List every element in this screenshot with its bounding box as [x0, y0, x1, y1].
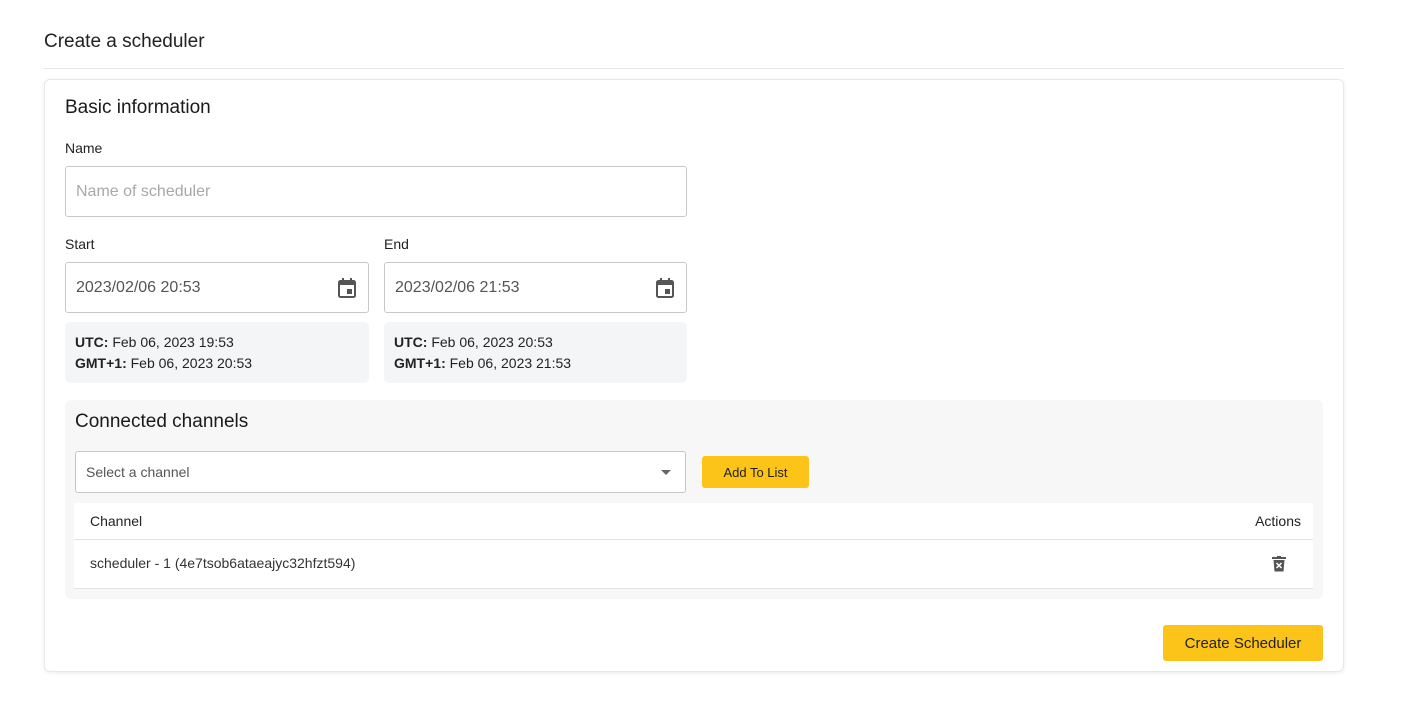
utc-value: Feb 06, 2023 19:53 [112, 334, 234, 350]
utc-label: UTC: [394, 334, 428, 350]
channel-select-placeholder: Select a channel [86, 464, 190, 480]
chevron-down-icon [661, 469, 671, 475]
column-header-actions: Actions [1255, 513, 1301, 529]
table-header: Channel Actions [74, 503, 1313, 540]
column-header-channel: Channel [90, 513, 143, 529]
channel-name: scheduler - 1 (4e7tsob6ataeajyc32hfzt594… [90, 555, 356, 571]
name-label: Name [65, 140, 103, 156]
calendar-icon[interactable] [336, 277, 358, 299]
gmt-label: GMT+1: [75, 355, 127, 371]
page-title: Create a scheduler [44, 31, 205, 52]
start-date-input[interactable]: 2023/02/06 20:53 [65, 262, 369, 313]
gmt-label: GMT+1: [394, 355, 446, 371]
utc-value: Feb 06, 2023 20:53 [431, 334, 553, 350]
gmt-value: Feb 06, 2023 20:53 [130, 355, 253, 371]
name-input[interactable] [65, 166, 687, 217]
calendar-icon[interactable] [654, 277, 676, 299]
gmt-value: Feb 06, 2023 21:53 [449, 355, 572, 371]
start-date-value: 2023/02/06 20:53 [76, 278, 201, 296]
end-date-value: 2023/02/06 21:53 [395, 278, 520, 296]
start-timezone-info: UTC: Feb 06, 2023 19:53 GMT+1: Feb 06, 2… [65, 322, 369, 383]
end-timezone-info: UTC: Feb 06, 2023 20:53 GMT+1: Feb 06, 2… [384, 322, 687, 383]
scheduler-form-card: Basic information Name Start 2023/02/06 … [44, 79, 1344, 672]
add-to-list-button[interactable]: Add To List [702, 456, 809, 488]
delete-icon[interactable] [1272, 556, 1286, 572]
end-date-input[interactable]: 2023/02/06 21:53 [384, 262, 687, 313]
end-label: End [384, 236, 409, 252]
utc-label: UTC: [75, 334, 109, 350]
connected-channels-title: Connected channels [75, 411, 249, 432]
start-label: Start [65, 236, 95, 252]
table-row: scheduler - 1 (4e7tsob6ataeajyc32hfzt594… [74, 540, 1313, 589]
connected-channels-panel: Connected channels Select a channel Add … [65, 400, 1323, 599]
basic-info-title: Basic information [65, 97, 211, 118]
channels-table: Channel Actions scheduler - 1 (4e7tsob6a… [74, 503, 1313, 589]
channel-select[interactable]: Select a channel [75, 451, 686, 493]
create-scheduler-button[interactable]: Create Scheduler [1163, 625, 1323, 661]
title-divider [44, 68, 1344, 69]
